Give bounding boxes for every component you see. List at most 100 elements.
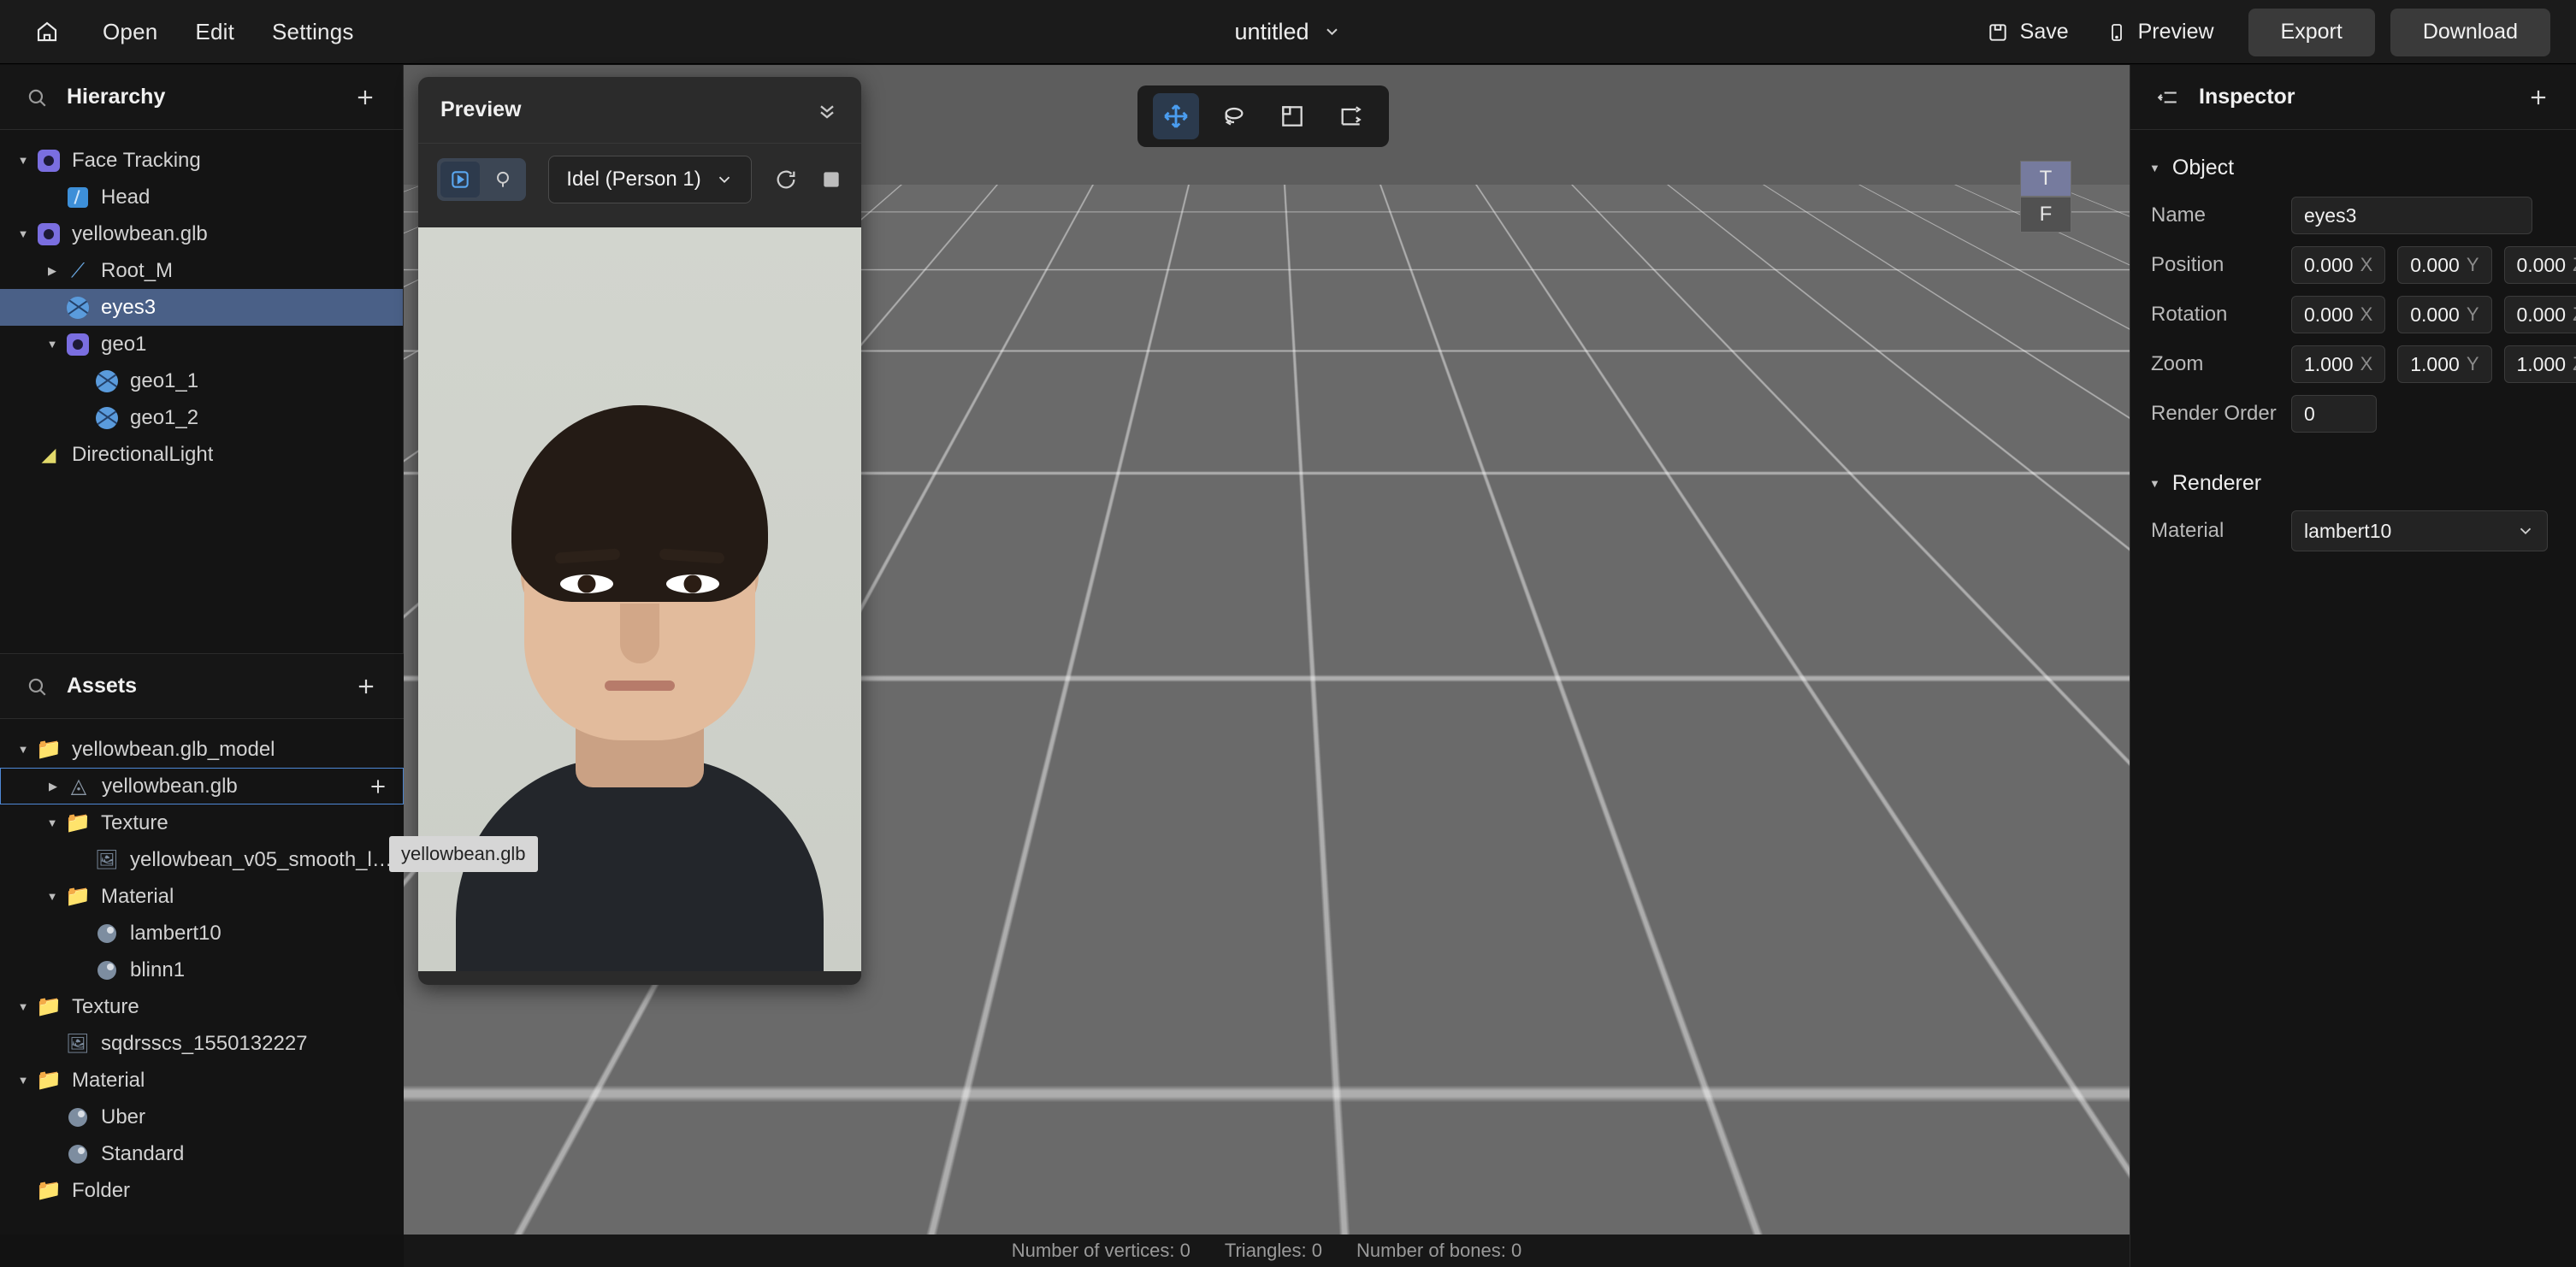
assets-row[interactable]: ▼ 📁 Texture	[0, 988, 404, 1025]
assets-tree: ▼ 📁 yellowbean.glb_model ▶ ◬ yellowbean.glb ▼ 📁…	[0, 719, 404, 1209]
preview-button[interactable]: Preview	[2088, 12, 2233, 53]
chevron-right-icon[interactable]: ▶	[41, 264, 63, 278]
gizmo-arrow-z-tip[interactable]	[1675, 884, 1700, 913]
add-component-button[interactable]	[2526, 85, 2550, 109]
bounding-box-green	[1708, 783, 1752, 812]
node-icon-wrap	[92, 960, 121, 980]
menu-open[interactable]: Open	[103, 19, 157, 45]
hierarchy-row[interactable]: ▼ yellowbean.glb	[0, 215, 403, 252]
menu-settings[interactable]: Settings	[272, 19, 354, 45]
node-icon-wrap: 📁	[34, 1178, 63, 1203]
prop-render-order: Render Order 0	[2130, 389, 2576, 439]
stop-square-icon[interactable]	[820, 168, 842, 191]
position-x-field[interactable]: 0.000 X	[2291, 246, 2386, 284]
chevrons-down-icon[interactable]	[815, 98, 839, 122]
chevron-down-icon[interactable]: ▼	[12, 227, 34, 240]
assets-row[interactable]: ▼ lambert10	[0, 915, 404, 952]
gizmo-arrow-y[interactable]	[1675, 554, 1702, 583]
hierarchy-row[interactable]: ▶ ⟋ Root_M	[0, 252, 403, 289]
gizmo-axis-x[interactable]	[1687, 757, 1824, 762]
assets-label: Material	[72, 1068, 145, 1092]
assets-row[interactable]: ▼ Standard	[0, 1135, 404, 1172]
gizmo-arrow-x-positive[interactable]	[1817, 745, 1844, 774]
add-object-button[interactable]	[353, 85, 377, 109]
animation-select[interactable]: Idel (Person 1)	[548, 156, 752, 203]
add-to-asset-button[interactable]	[367, 775, 394, 798]
assets-row[interactable]: ▼ 📁 Material	[0, 878, 404, 915]
menu-edit[interactable]: Edit	[195, 19, 234, 45]
light-bulb-icon[interactable]	[483, 162, 523, 197]
assets-row[interactable]: ▼📁 Folder	[0, 1172, 404, 1209]
bone-count: Number of bones: 0	[1356, 1240, 1522, 1261]
position-x-value: 0.000	[2304, 253, 2354, 276]
rotation-z-field[interactable]: 0.000 Z	[2503, 296, 2576, 333]
axis-button-top[interactable]: T	[2020, 161, 2071, 197]
hierarchy-row[interactable]: ▼ geo1_1	[0, 362, 403, 399]
assets-row[interactable]: ▼🖼 sqdrsscs_1550132227	[0, 1025, 404, 1062]
chevron-down-icon[interactable]: ▼	[12, 1000, 34, 1013]
hierarchy-row[interactable]: ▼ Face Tracking	[0, 142, 403, 179]
refresh-icon[interactable]	[774, 168, 798, 192]
zoom-z-field[interactable]: 1.000 Z	[2503, 345, 2576, 383]
phone-icon	[2106, 21, 2127, 44]
hierarchy-row[interactable]: ▼ ◢ DirectionalLight	[0, 436, 403, 473]
chevron-down-icon[interactable]: ▼	[12, 154, 34, 167]
axis-button-front[interactable]: F	[2020, 197, 2071, 233]
document-title-dropdown[interactable]: untitled	[1234, 19, 1341, 45]
save-button[interactable]: Save	[1968, 12, 2088, 53]
play-square-icon[interactable]	[440, 162, 480, 197]
assets-row[interactable]: ▼🖼 yellowbean_v05_smooth_lam...	[0, 841, 404, 878]
chevron-down-icon[interactable]: ▼	[41, 338, 63, 351]
node-icon-wrap	[63, 1107, 92, 1127]
panel-collapse-icon[interactable]	[2156, 86, 2180, 109]
caret-spacer: ▼	[12, 448, 34, 461]
assets-label: Material	[101, 884, 174, 908]
transform-tool[interactable]	[1327, 93, 1374, 139]
chevron-down-icon[interactable]: ▼	[41, 816, 63, 829]
hierarchy-row[interactable]: ▼ Head	[0, 179, 403, 215]
assets-label: blinn1	[130, 958, 186, 981]
add-asset-button[interactable]	[354, 675, 378, 698]
gizmo-center-handle[interactable]	[1668, 663, 1707, 703]
assets-row[interactable]: ▶ ◬ yellowbean.glb	[0, 768, 404, 804]
zoom-x-field[interactable]: 1.000 X	[2291, 345, 2386, 383]
home-icon[interactable]	[29, 14, 65, 50]
chevron-right-icon[interactable]: ▶	[42, 780, 64, 793]
move-tool[interactable]	[1153, 93, 1199, 139]
position-y-field[interactable]: 0.000 Y	[2397, 246, 2492, 284]
search-icon[interactable]	[26, 675, 48, 698]
assets-row[interactable]: ▼ 📁 Material	[0, 1062, 404, 1099]
gizmo-axis-z[interactable]	[1686, 757, 1690, 867]
material-select[interactable]: lambert10	[2291, 510, 2548, 551]
search-icon[interactable]	[26, 86, 48, 109]
triangle-count: Triangles: 0	[1224, 1240, 1322, 1261]
chevron-down-icon[interactable]: ▼	[12, 743, 34, 756]
download-button[interactable]: Download	[2390, 8, 2550, 56]
render-order-field[interactable]: 0	[2291, 395, 2377, 433]
section-object[interactable]: ▼ Object	[2130, 145, 2576, 191]
hierarchy-row[interactable]: ▼ geo1_2	[0, 399, 403, 436]
export-button[interactable]: Export	[2248, 8, 2375, 56]
assets-row[interactable]: ▼ 📁 Texture	[0, 804, 404, 841]
position-z-field[interactable]: 0.000 Z	[2503, 246, 2576, 284]
hierarchy-label: DirectionalLight	[72, 442, 214, 466]
hierarchy-row[interactable]: ▼ geo1	[0, 326, 403, 362]
scale-tool[interactable]	[1269, 93, 1315, 139]
hierarchy-row[interactable]: ▼ eyes3	[0, 289, 403, 326]
axis-tag-y: Y	[2466, 303, 2479, 325]
zoom-y-field[interactable]: 1.000 Y	[2397, 345, 2492, 383]
rotate-tool[interactable]	[1211, 93, 1257, 139]
chevron-down-icon[interactable]: ▼	[12, 1074, 34, 1087]
assets-row[interactable]: ▼ blinn1	[0, 952, 404, 988]
top-bar: Open Edit Settings untitled Save Preview…	[0, 0, 2576, 64]
chevron-down-icon[interactable]: ▼	[41, 890, 63, 903]
node-icon-wrap: ⟋	[63, 259, 92, 282]
rotation-y-field[interactable]: 0.000 Y	[2397, 296, 2492, 333]
assets-row[interactable]: ▼ Uber	[0, 1099, 404, 1135]
inspector-title: Inspector	[2199, 85, 2295, 109]
assets-row[interactable]: ▼ 📁 yellowbean.glb_model	[0, 731, 404, 768]
rotation-x-field[interactable]: 0.000 X	[2291, 296, 2386, 333]
name-field[interactable]: eyes3	[2291, 197, 2532, 234]
gizmo-arrow-x-negative[interactable]	[1515, 745, 1543, 774]
section-renderer[interactable]: ▼ Renderer	[2130, 461, 2576, 506]
